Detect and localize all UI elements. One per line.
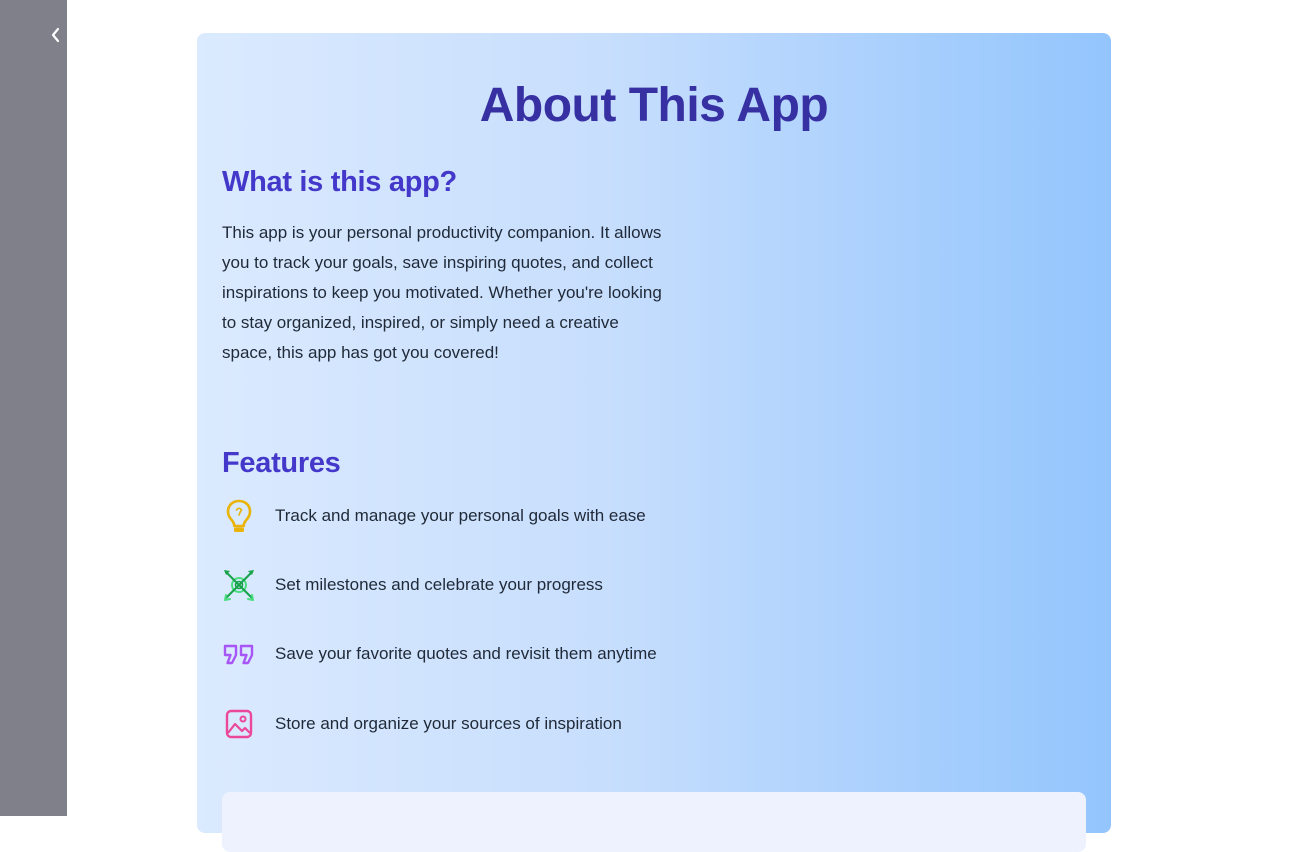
quote-icon — [222, 636, 256, 672]
bottom-panel — [222, 792, 1086, 852]
feature-item-quotes: Save your favorite quotes and revisit th… — [222, 636, 657, 672]
feature-item-inspiration: Store and organize your sources of inspi… — [222, 706, 622, 742]
chevron-left-icon — [51, 27, 60, 43]
target-arrows-icon — [222, 567, 256, 603]
page-title: About This App — [479, 79, 829, 132]
feature-label: Track and manage your personal goals wit… — [275, 506, 646, 525]
features-heading: Features — [222, 447, 341, 479]
what-is-this-app-heading: What is this app? — [222, 166, 457, 198]
about-card: About This App What is this app? This ap… — [197, 33, 1111, 852]
sidebar — [0, 0, 67, 816]
app-description: This app is your personal productivity c… — [222, 223, 662, 362]
collapse-sidebar-button[interactable] — [44, 22, 68, 48]
feature-label: Store and organize your sources of inspi… — [275, 714, 622, 733]
feature-label: Save your favorite quotes and revisit th… — [275, 644, 657, 663]
feature-item-milestones: Set milestones and celebrate your progre… — [222, 567, 603, 603]
image-icon — [222, 706, 256, 742]
lightbulb-icon — [222, 498, 256, 534]
feature-label: Set milestones and celebrate your progre… — [275, 575, 603, 594]
feature-item-goals: Track and manage your personal goals wit… — [222, 498, 646, 534]
